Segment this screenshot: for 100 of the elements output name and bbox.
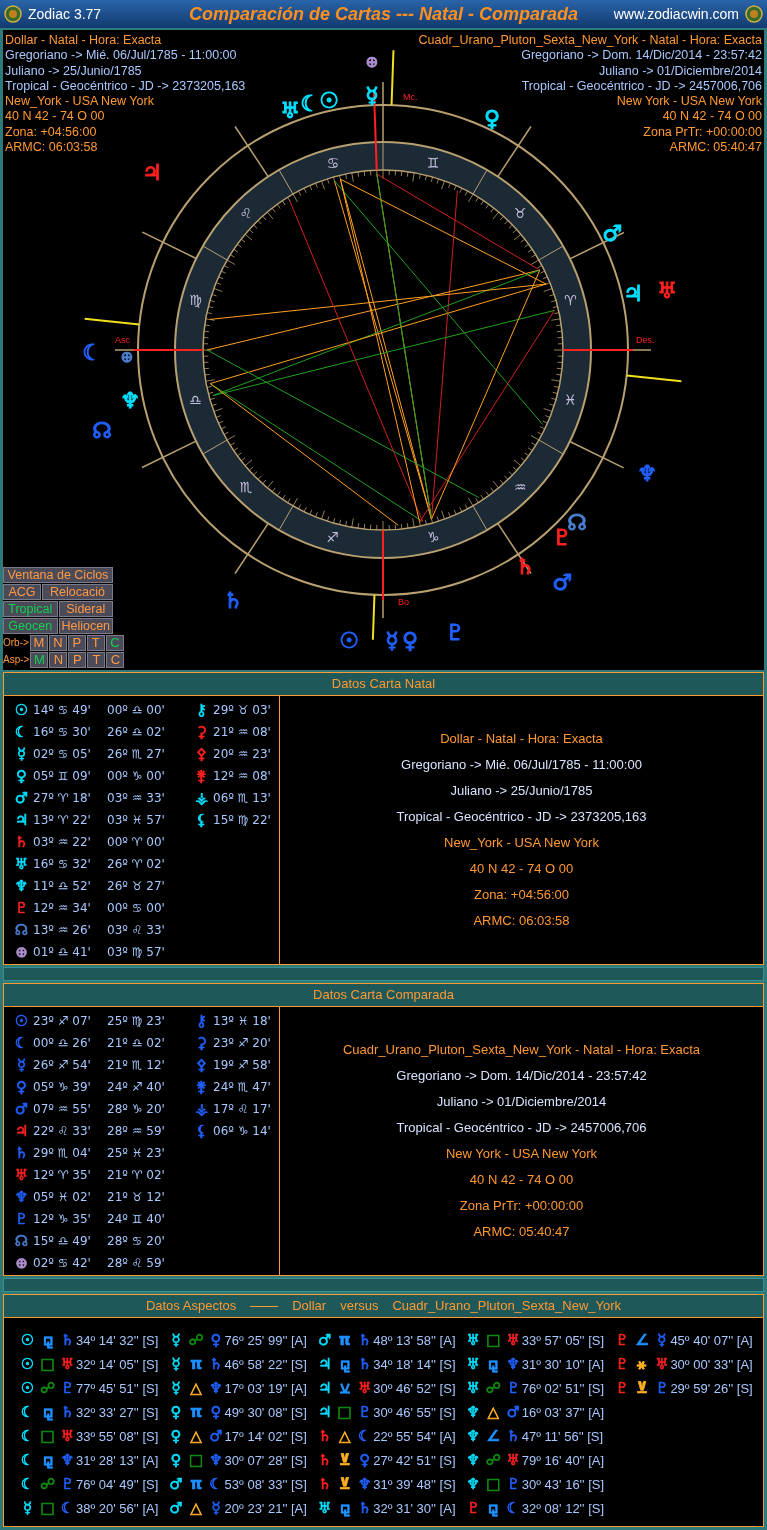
center-mode-toggle[interactable]: Heliocen <box>58 618 113 634</box>
aspect-option-button[interactable]: T <box>87 652 106 668</box>
position-text: 00º ♑ 00' <box>107 769 165 783</box>
aspect-glyph: □ <box>40 1427 55 1445</box>
planet-glyph: ♆ <box>465 1427 481 1445</box>
planet-glyph: ♂ <box>552 569 572 595</box>
aspect-value: 33º 57' 05'' [S] <box>521 1332 605 1348</box>
aspect-option-button[interactable]: M <box>30 652 49 668</box>
aspect-glyph: ∠ <box>634 1331 650 1349</box>
aspect-glyph: □ <box>40 1355 55 1373</box>
orb-option-button[interactable]: T <box>86 635 105 651</box>
planet-glyph: ♅ <box>465 1331 481 1349</box>
angle-line <box>132 349 204 351</box>
planet-glyph: ♆ <box>505 1355 521 1373</box>
aspect-option-button[interactable]: N <box>49 652 68 668</box>
angle-label: Des. <box>636 335 655 345</box>
zodiac-sign-glyph: ♑ <box>426 529 440 546</box>
position-text: 21º ♎ 02' <box>107 1036 165 1050</box>
position-text: 26º ♐ 54' <box>33 1058 91 1072</box>
planet-glyph: ⚳ <box>195 1034 208 1052</box>
position-text: 03º ♒ 22' <box>33 835 91 849</box>
position-text: 25º ♍ 23' <box>107 1014 165 1028</box>
chart-info-text: Zona: +04:56:00 <box>5 124 98 141</box>
chart-info-text: ARMC: 06:03:58 <box>473 912 570 930</box>
planet-glyph: ☉ <box>14 1012 29 1030</box>
planet-glyph: ♀ <box>209 1403 223 1421</box>
planet-glyph: ♄ <box>505 1427 521 1445</box>
position-text: 25º ♓ 23' <box>107 1146 165 1160</box>
relocation-button[interactable]: Relocació <box>42 584 113 600</box>
planet-glyph: ♇ <box>614 1355 630 1373</box>
position-text: 01º ♎ 41' <box>33 945 91 959</box>
planet-glyph: ♆ <box>465 1403 481 1421</box>
planet-glyph: ♄ <box>60 1331 75 1349</box>
chart-info-text: Dollar - Natal - Hora: Exacta <box>5 33 163 49</box>
planet-glyph: ⚶ <box>194 1100 209 1118</box>
aspect-glyph: △ <box>189 1427 203 1445</box>
planet-glyph: ♅ <box>505 1451 521 1469</box>
position-text: 13º ♓ 18' <box>213 1014 271 1028</box>
aspect-option-button[interactable]: C <box>106 652 125 668</box>
panel-title: Datos Carta Natal <box>331 675 436 693</box>
aspect-glyph: ⚼ <box>487 1355 500 1373</box>
orb-option-button[interactable]: C <box>105 635 124 651</box>
planet-glyph: ☾ <box>505 1499 521 1517</box>
position-text: 28º ♌ 59' <box>107 1256 165 1270</box>
orb-option-button[interactable]: M <box>29 635 48 651</box>
planet-glyph: ☿ <box>15 1056 28 1074</box>
position-text: 00º ♎ 00' <box>107 703 165 717</box>
position-text: 27º ♈ 18' <box>33 791 91 805</box>
chart-info-text: Cuadr_Urano_Pluton_Sexta_New_York - Natal - Hora: Exacta <box>418 33 762 49</box>
chart-info-text: Tropical - Geocéntrico - JD -> 2373205,163 <box>396 808 647 826</box>
zodiac-mode-toggle[interactable]: Tropical <box>3 601 58 617</box>
angle-line <box>382 529 384 601</box>
planet-glyph: ☿ <box>385 627 399 653</box>
planet-glyph: ☾ <box>14 1034 29 1052</box>
center-mode-toggle[interactable]: Geocen <box>3 618 58 634</box>
aspect-option-button[interactable]: P <box>68 652 87 668</box>
planet-glyph: ⚴ <box>195 1056 208 1074</box>
planet-glyph: ♇ <box>60 1475 75 1493</box>
planet-glyph: ☾ <box>82 339 102 365</box>
planet-glyph: ♀ <box>15 1078 28 1096</box>
planet-glyph: ☿ <box>170 1331 182 1349</box>
planet-glyph: ☿ <box>21 1499 34 1517</box>
chart-info-text: New_York - USA New York <box>5 94 155 110</box>
aspect-glyph: □ <box>188 1451 204 1469</box>
orb-option-button[interactable]: N <box>48 635 67 651</box>
aspect-glyph: ⊻ <box>634 1379 649 1397</box>
aspect-value: 17º 14' 02'' [S] <box>224 1428 307 1444</box>
aspect-value: 31º 39' 48'' [S] <box>373 1476 456 1492</box>
aspect-value: 76º 02' 51'' [S] <box>521 1380 605 1396</box>
aspect-value: 34º 14' 32'' [S] <box>76 1332 159 1348</box>
position-text: 13º ♈ 22' <box>33 813 91 827</box>
planet-glyph: ♅ <box>357 1379 373 1397</box>
position-text: 15º ♎ 49' <box>33 1234 91 1248</box>
position-text: 03º ♓ 57' <box>107 813 165 827</box>
aspect-glyph: ⚺ <box>338 1379 351 1397</box>
planet-glyph: ☊ <box>14 1232 29 1250</box>
aspect-label: Asp-> <box>3 653 30 667</box>
orb-option-button[interactable]: P <box>67 635 86 651</box>
aspect-value: 16º 03' 37'' [A] <box>521 1404 605 1420</box>
zodiac-mode-toggle[interactable]: Sideral <box>58 601 113 617</box>
position-text: 21º ♈ 02' <box>107 1168 165 1182</box>
aspect-glyph: ☍ <box>40 1379 55 1397</box>
planet-glyph: ♇ <box>14 899 29 917</box>
planet-glyph: ♅ <box>317 1499 333 1517</box>
planet-glyph: ♂ <box>14 789 29 807</box>
aspect-value: 79º 16' 40'' [A] <box>521 1452 605 1468</box>
angle-label: Bo <box>398 597 409 607</box>
position-text: 22º ♌ 33' <box>33 1124 91 1138</box>
acg-button[interactable]: ACG <box>3 584 41 600</box>
position-text: 29º ♉ 03' <box>213 703 271 717</box>
aspect-glyph: π <box>337 1331 352 1349</box>
planet-glyph: ☉ <box>319 87 339 113</box>
aspect-value: 32º 08' 12'' [S] <box>521 1500 605 1516</box>
planet-glyph: ♀ <box>358 1451 372 1469</box>
aspect-value: 32º 31' 30'' [A] <box>373 1500 456 1516</box>
planet-glyph: ♂ <box>168 1499 184 1517</box>
cycles-window-button[interactable]: Ventana de Ciclos <box>3 567 113 583</box>
planet-glyph: ♀ <box>483 105 501 131</box>
aspect-value: 30º 00' 33'' [A] <box>670 1356 753 1372</box>
planet-glyph: ⚳ <box>195 723 208 741</box>
